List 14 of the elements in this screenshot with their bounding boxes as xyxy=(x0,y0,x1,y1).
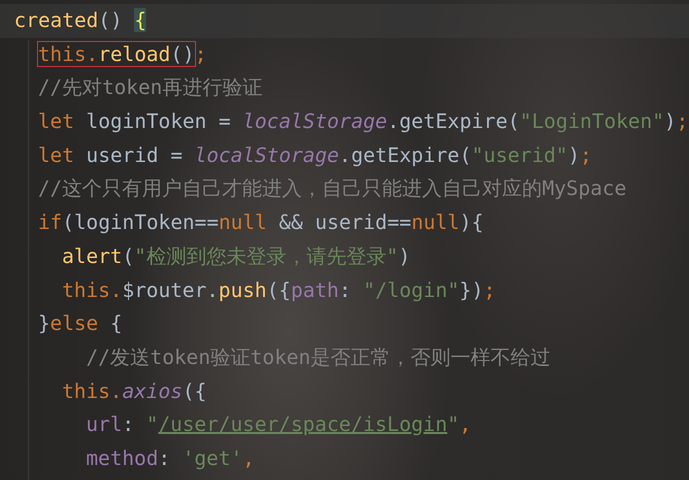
code-line: //这个只有用户自己才能进入，自己只能进入自己对应的MySpace xyxy=(37,175,628,202)
code-line: alert("检测到您未登录，请先登录") xyxy=(61,242,412,270)
code-line: }else { xyxy=(37,310,124,338)
code-line: if(loginToken==null && userid==null){ xyxy=(37,209,485,236)
code-line: let userid = localStorage.getExpire("userid"); xyxy=(37,142,593,169)
code-line: //先对token再进行验证 xyxy=(37,74,264,102)
code-text: ; xyxy=(194,42,207,66)
code-line: let loginToken = localStorage.getExpire("LoginToken"); xyxy=(37,108,689,136)
code-line: method: 'get', xyxy=(85,444,256,472)
code-line: url: "/user/user/space/isLogin", xyxy=(85,411,472,438)
code-line: this.axios({ xyxy=(61,378,208,405)
highlighted-code: this.reload() xyxy=(38,42,195,66)
code-line: this.$router.push({path: "/login"}); xyxy=(61,276,497,304)
code-line: //发送token验证token是否正常，否则一样不给过 xyxy=(85,344,552,371)
